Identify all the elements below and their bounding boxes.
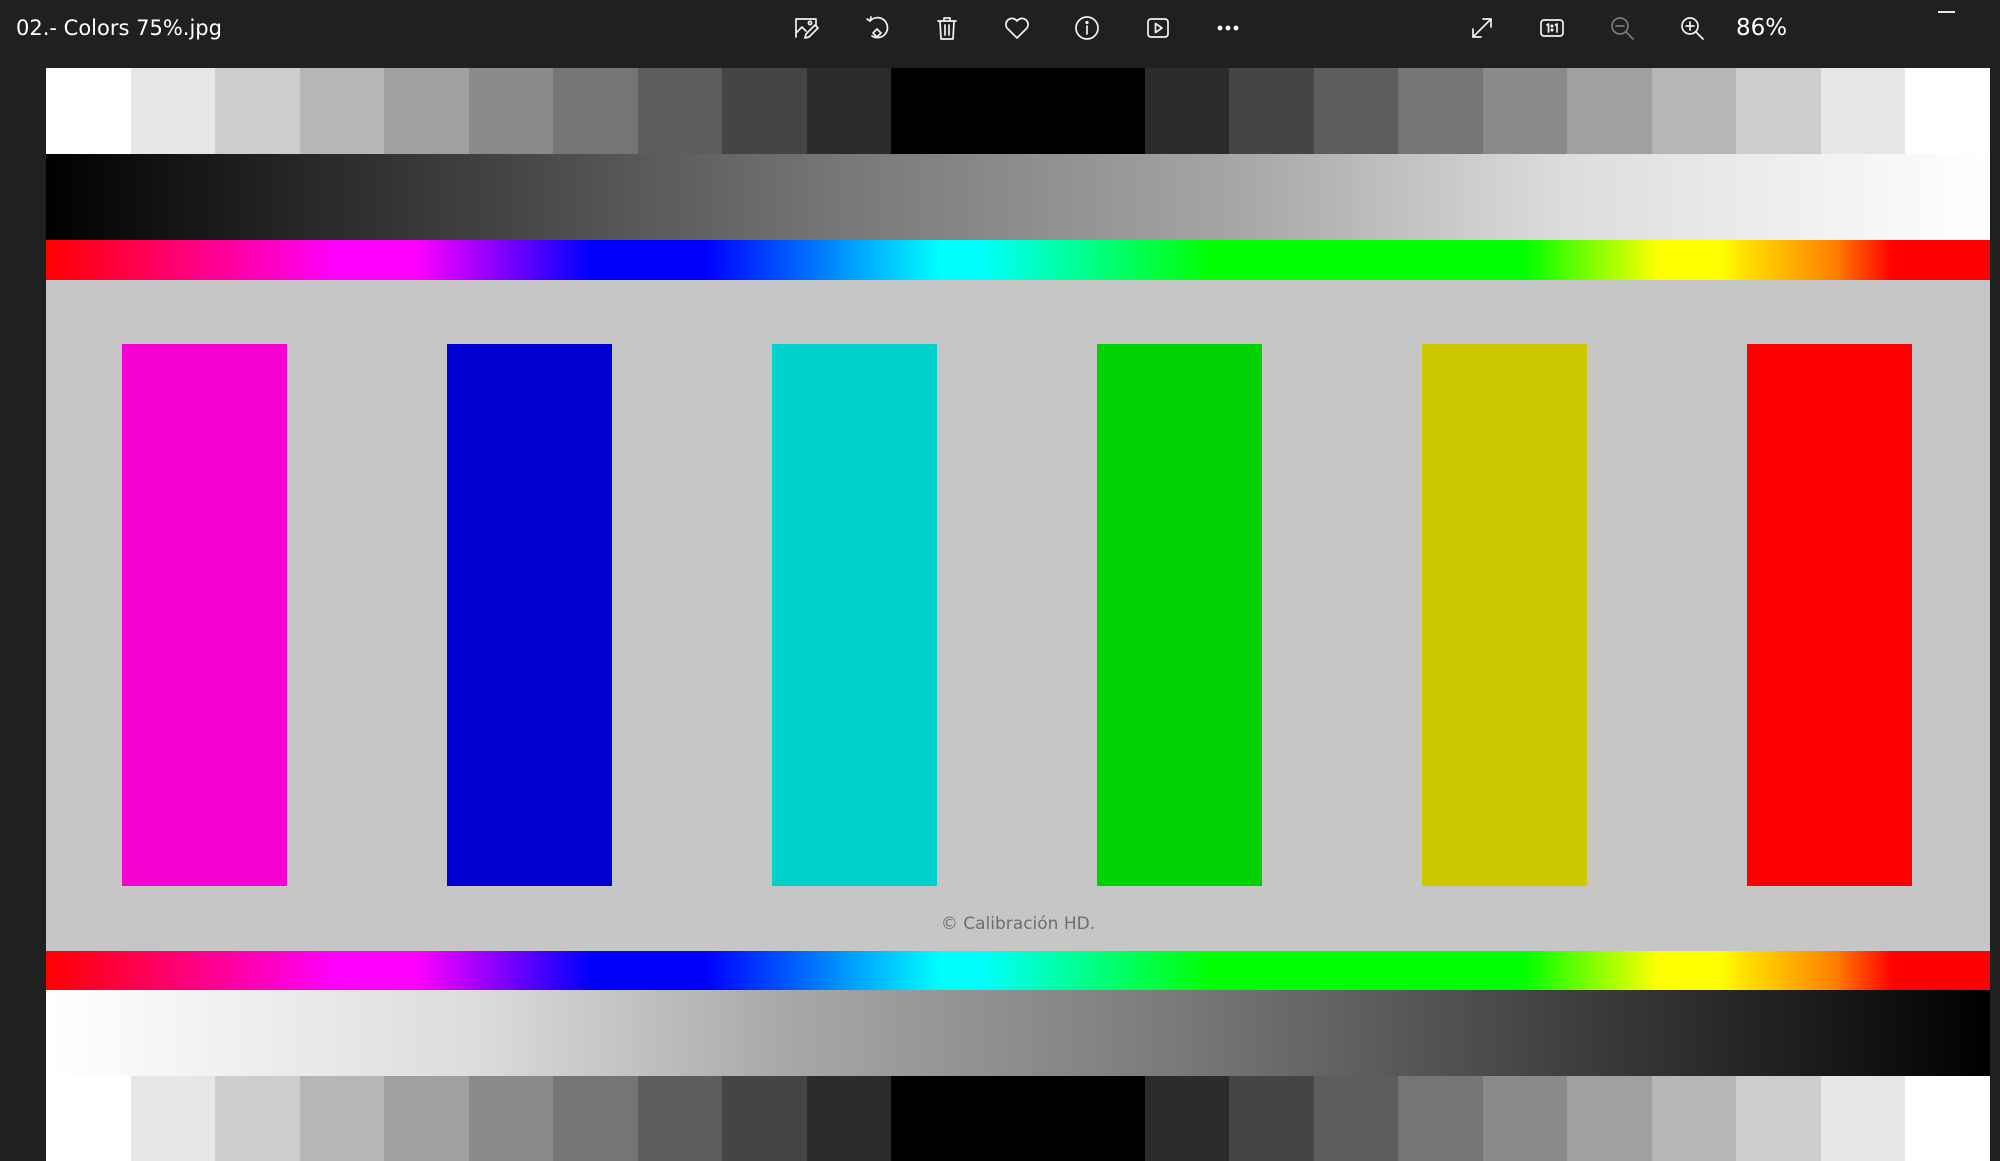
gray-step	[1651, 68, 1737, 154]
gray-step	[468, 68, 554, 154]
rainbow-gradient-bottom	[46, 951, 1990, 991]
gray-step	[722, 1076, 807, 1161]
gray-step	[215, 68, 300, 154]
favorite-button[interactable]	[993, 6, 1041, 50]
gray-step	[891, 68, 976, 154]
fullscreen-button[interactable]	[1458, 6, 1506, 50]
gray-step	[637, 68, 723, 154]
gray-step	[468, 1076, 554, 1161]
gray-step	[1482, 1076, 1568, 1161]
gray-step	[1567, 1076, 1652, 1161]
image-credit: © Calibración HD.	[940, 914, 1096, 934]
green-color-bar	[1097, 344, 1262, 886]
gray-step	[1313, 68, 1399, 154]
gray-step	[553, 68, 638, 154]
actual-size-button[interactable]	[1528, 6, 1576, 50]
zoom-out-button[interactable]	[1598, 6, 1646, 50]
gray-step	[1820, 68, 1906, 154]
gray-step	[1144, 68, 1230, 154]
file-name-title: 02.- Colors 75%.jpg	[16, 16, 222, 40]
gray-step	[806, 68, 892, 154]
gray-step	[1229, 68, 1314, 154]
favorite-icon	[1005, 17, 1029, 39]
more-options-button[interactable]	[1204, 6, 1252, 50]
photo-viewer-window: 02.- Colors 75%.jpg 86% © Calibración HD…	[0, 0, 2000, 1161]
gray-step	[1820, 1076, 1906, 1161]
gray-step	[1736, 1076, 1821, 1161]
gray-step	[553, 1076, 638, 1161]
gray-step	[1651, 1076, 1737, 1161]
rotate-icon	[866, 16, 889, 39]
magenta-color-bar	[122, 344, 287, 886]
gray-step	[384, 68, 469, 154]
gray-steps-bottom	[46, 1076, 1990, 1161]
minimize-button[interactable]	[1922, 0, 1970, 26]
gray-step	[1905, 68, 1990, 154]
gray-gradient-top	[46, 154, 1990, 240]
gray-step	[891, 1076, 976, 1161]
delete-icon	[937, 17, 957, 40]
gray-gradient-bottom	[46, 990, 1990, 1076]
zoom-level-indicator[interactable]: 86%	[1736, 14, 1787, 42]
gray-step	[130, 68, 216, 154]
actual-size-icon	[1540, 19, 1564, 37]
gray-steps-top	[46, 68, 1990, 154]
test-pattern-image: © Calibración HD.	[46, 68, 1990, 1161]
gray-step	[637, 1076, 723, 1161]
zoom-out-icon	[1611, 17, 1634, 40]
red-color-bar	[1747, 344, 1912, 886]
gray-step	[722, 68, 807, 154]
fullscreen-icon	[1472, 18, 1492, 38]
slideshow-button[interactable]	[1134, 6, 1182, 50]
minimize-icon	[1938, 11, 1955, 13]
gray-step	[1229, 1076, 1314, 1161]
gray-step	[975, 68, 1061, 154]
gray-step	[299, 1076, 385, 1161]
slideshow-icon	[1147, 18, 1169, 38]
rainbow-gradient-top	[46, 240, 1990, 280]
gray-step	[1313, 1076, 1399, 1161]
gray-step	[1398, 1076, 1483, 1161]
gray-step	[1905, 1076, 1990, 1161]
gray-step	[975, 1076, 1061, 1161]
gray-step	[384, 1076, 469, 1161]
gray-step	[1060, 68, 1145, 154]
edit-image-button[interactable]	[782, 6, 830, 50]
gray-step	[46, 1076, 131, 1161]
gray-step	[1144, 1076, 1230, 1161]
gray-step	[299, 68, 385, 154]
blue-color-bar	[447, 344, 612, 886]
info-icon	[1075, 16, 1099, 40]
edit-image-icon	[795, 18, 819, 39]
yellow-color-bar	[1422, 344, 1587, 886]
delete-button[interactable]	[923, 6, 971, 50]
zoom-in-icon	[1681, 17, 1704, 40]
gray-step	[130, 1076, 216, 1161]
image-viewport[interactable]: © Calibración HD.	[0, 56, 2000, 1161]
rotate-button[interactable]	[853, 6, 901, 50]
gray-step	[1060, 1076, 1145, 1161]
cyan-color-bar	[772, 344, 937, 886]
info-button[interactable]	[1063, 6, 1111, 50]
gray-step	[1736, 68, 1821, 154]
toolbar: 02.- Colors 75%.jpg 86%	[0, 0, 2000, 56]
zoom-in-button[interactable]	[1668, 6, 1716, 50]
gray-step	[46, 68, 131, 154]
gray-step	[215, 1076, 300, 1161]
gray-step	[1567, 68, 1652, 154]
gray-step	[1482, 68, 1568, 154]
gray-step	[806, 1076, 892, 1161]
more-icon	[1217, 25, 1239, 31]
gray-step	[1398, 68, 1483, 154]
